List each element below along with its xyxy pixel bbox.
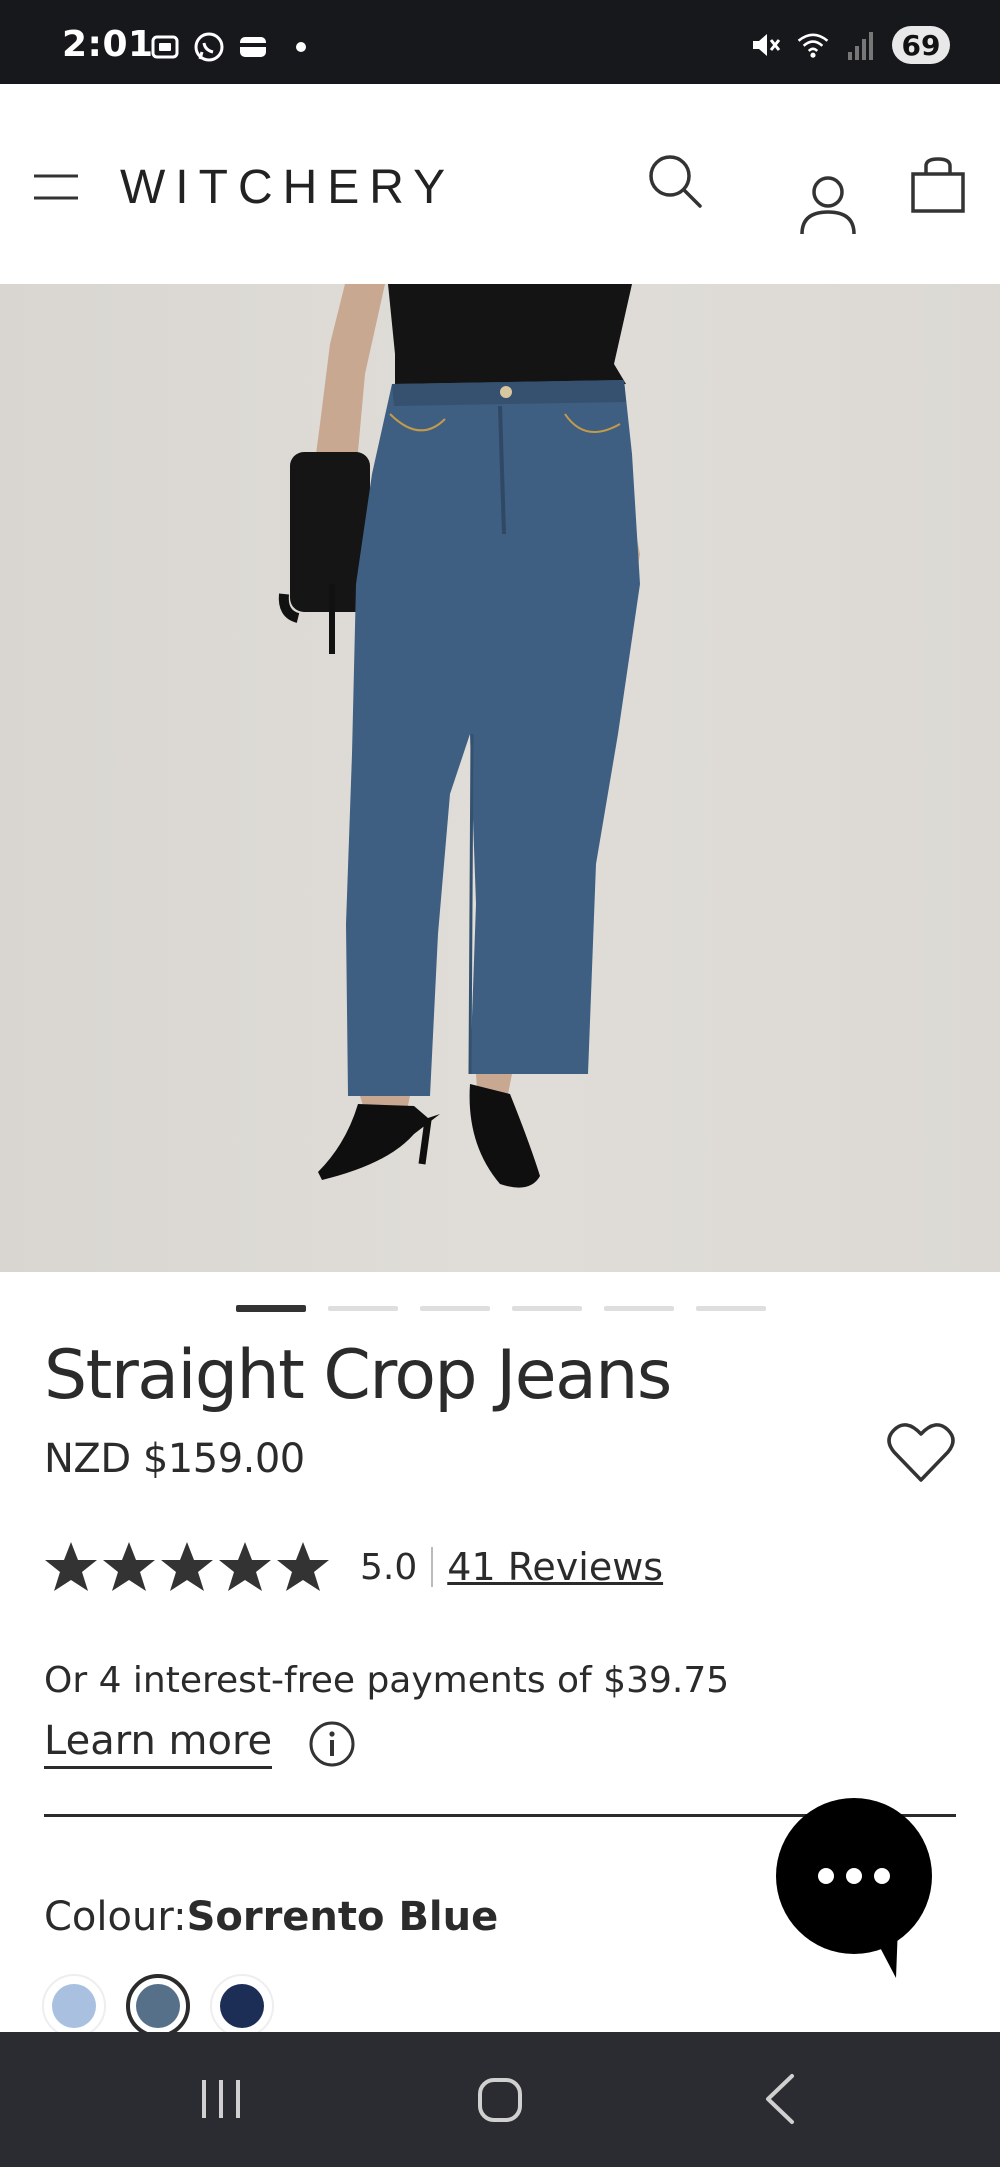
colour-value: Sorrento Blue (186, 1894, 499, 1940)
wifi-icon (796, 28, 830, 62)
chat-bubble-icon (776, 1798, 932, 1978)
carousel-dot[interactable] (236, 1305, 306, 1312)
account-icon[interactable] (798, 174, 858, 236)
reviews-link[interactable]: 41 Reviews (447, 1545, 663, 1589)
carousel-dot[interactable] (604, 1306, 674, 1311)
colour-selection-label: Colour:Sorrento Blue (44, 1894, 498, 1940)
image-carousel-indicator[interactable] (236, 1305, 766, 1312)
rating-value: 5.0 (360, 1546, 418, 1588)
battery-indicator: 69 (892, 26, 950, 64)
swatch-dark-navy[interactable] (210, 1974, 274, 2038)
signal-icon (844, 28, 878, 62)
info-icon[interactable] (308, 1720, 356, 1768)
brand-logo[interactable]: WITCHERY (120, 160, 455, 215)
more-notifications-dot (296, 42, 306, 52)
status-bar: 2:01 69 (0, 0, 1000, 84)
status-time: 2:01 (62, 24, 154, 65)
recent-apps-icon[interactable] (198, 2076, 244, 2122)
mute-icon (748, 28, 782, 62)
wallet-icon (236, 30, 270, 64)
product-photo-illustration (278, 284, 640, 1188)
star-icon (219, 1542, 271, 1591)
system-icons: 69 (748, 26, 950, 64)
whatsapp-icon (192, 30, 226, 64)
installment-payments-text: Or 4 interest-free payments of $39.75 (44, 1660, 730, 1701)
shopping-bag-icon[interactable] (910, 156, 966, 214)
star-icon (103, 1542, 155, 1591)
colour-swatches (42, 1974, 274, 2038)
star-icon (161, 1542, 213, 1591)
home-icon[interactable] (476, 2076, 524, 2124)
carousel-dot[interactable] (420, 1306, 490, 1311)
notification-icons (148, 30, 306, 64)
wishlist-heart-icon[interactable] (886, 1420, 956, 1484)
carousel-dot[interactable] (512, 1306, 582, 1311)
product-image[interactable] (0, 284, 1000, 1272)
back-icon[interactable] (760, 2072, 800, 2126)
product-title: Straight Crop Jeans (44, 1336, 672, 1415)
star-rating (44, 1540, 330, 1594)
colour-label: Colour: (44, 1894, 187, 1940)
learn-more-link[interactable]: Learn more (44, 1718, 273, 1769)
carousel-dot[interactable] (696, 1306, 766, 1311)
rating-separator (431, 1547, 434, 1587)
search-icon[interactable] (646, 152, 706, 212)
swatch-light-blue[interactable] (42, 1974, 106, 2038)
star-icon (45, 1542, 97, 1591)
swatch-sorrento-blue[interactable] (126, 1974, 190, 2038)
carousel-dot[interactable] (328, 1306, 398, 1311)
system-navigation-bar (0, 2032, 1000, 2167)
site-header: WITCHERY (0, 84, 1000, 284)
menu-icon[interactable] (32, 172, 80, 202)
gallery-notification-icon (148, 30, 182, 64)
star-icon (277, 1542, 329, 1591)
rating-row: 5.0 41 Reviews (44, 1540, 663, 1594)
product-price: NZD $159.00 (44, 1436, 305, 1482)
chat-button[interactable] (774, 1796, 934, 1978)
